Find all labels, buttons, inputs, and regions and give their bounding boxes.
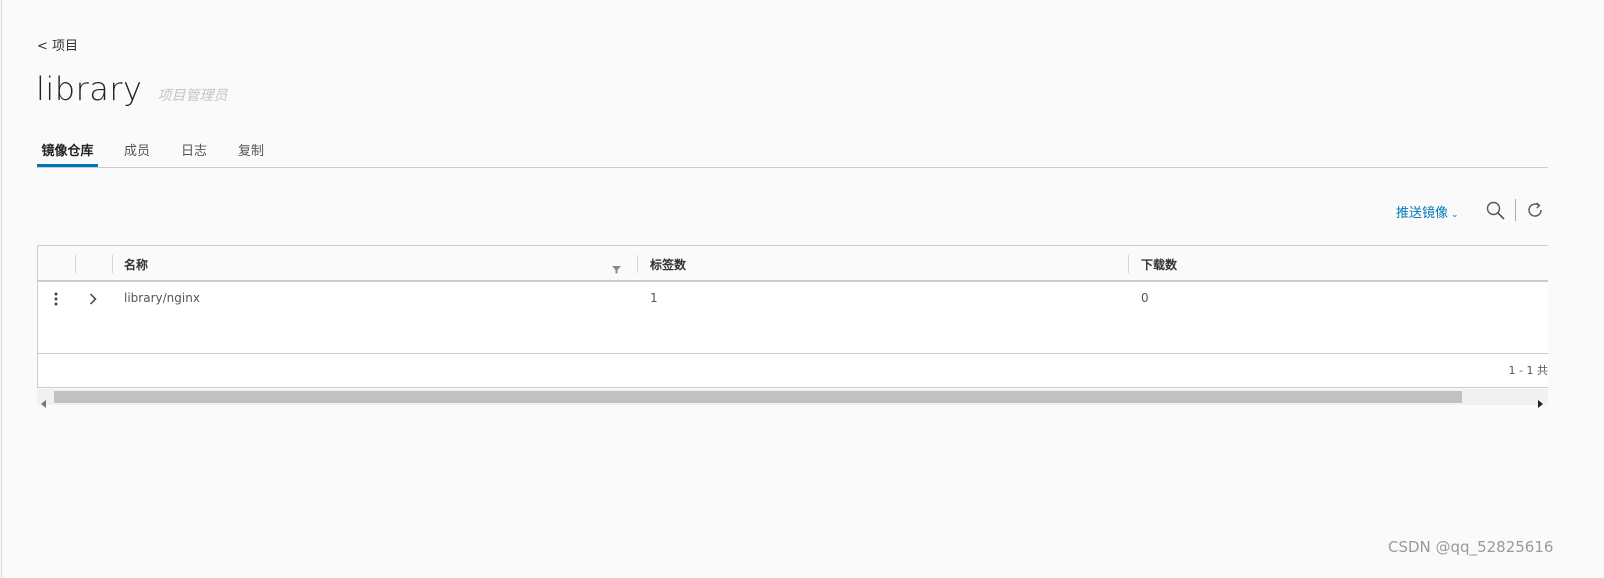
push-image-label: 推送镜像: [1396, 206, 1449, 221]
datagrid-header: 名称 标签数 下载数: [38, 246, 1548, 282]
horizontal-scrollbar[interactable]: [37, 389, 1548, 408]
repository-toolbar: 推送镜像 ⌄: [1396, 198, 1556, 224]
scrollbar-thumb[interactable]: [54, 391, 1462, 403]
project-role-label: 项目管理员: [157, 88, 228, 104]
repository-datagrid: 名称 标签数 下载数 library/nginx 1 0 1 - 1 共: [37, 245, 1548, 388]
scroll-right-arrow-icon[interactable]: [1538, 393, 1544, 412]
search-icon[interactable]: [1486, 201, 1505, 224]
refresh-icon[interactable]: [1526, 201, 1544, 223]
page-title: library: [36, 70, 143, 108]
project-tabs: 镜像仓库 成员 日志 复制: [37, 140, 1548, 168]
column-separator: [1128, 255, 1129, 273]
left-border: [1, 0, 2, 578]
row-actions-icon[interactable]: [53, 291, 59, 311]
pagination-info: 1 - 1 共: [1508, 364, 1548, 377]
tab-repositories[interactable]: 镜像仓库: [37, 140, 98, 167]
chevron-right-icon[interactable]: [89, 291, 97, 310]
filter-icon[interactable]: [612, 259, 621, 278]
toolbar-divider: [1515, 199, 1516, 221]
tab-members[interactable]: 成员: [121, 140, 153, 166]
table-row: library/nginx 1 0: [38, 282, 1548, 316]
column-separator: [112, 255, 113, 273]
pull-count-cell: 0: [1141, 291, 1149, 305]
page-header: library 项目管理员: [36, 70, 228, 108]
push-image-button[interactable]: 推送镜像 ⌄: [1396, 202, 1459, 221]
column-header-name[interactable]: 名称: [124, 256, 148, 273]
tag-count-cell: 1: [650, 291, 658, 305]
tab-logs[interactable]: 日志: [178, 140, 210, 166]
watermark: CSDN @qq_52825616: [1388, 538, 1554, 556]
column-separator: [637, 255, 638, 273]
tab-replication[interactable]: 复制: [235, 140, 267, 166]
scroll-left-arrow-icon[interactable]: [41, 393, 47, 412]
back-to-projects-link[interactable]: < 项目: [37, 35, 78, 54]
column-header-pulls[interactable]: 下载数: [1141, 256, 1177, 273]
datagrid-footer: 1 - 1 共: [38, 353, 1548, 389]
column-header-tags[interactable]: 标签数: [650, 256, 686, 273]
repository-name-cell[interactable]: library/nginx: [124, 291, 200, 305]
chevron-down-icon: ⌄: [1451, 210, 1459, 220]
column-separator: [75, 255, 76, 273]
